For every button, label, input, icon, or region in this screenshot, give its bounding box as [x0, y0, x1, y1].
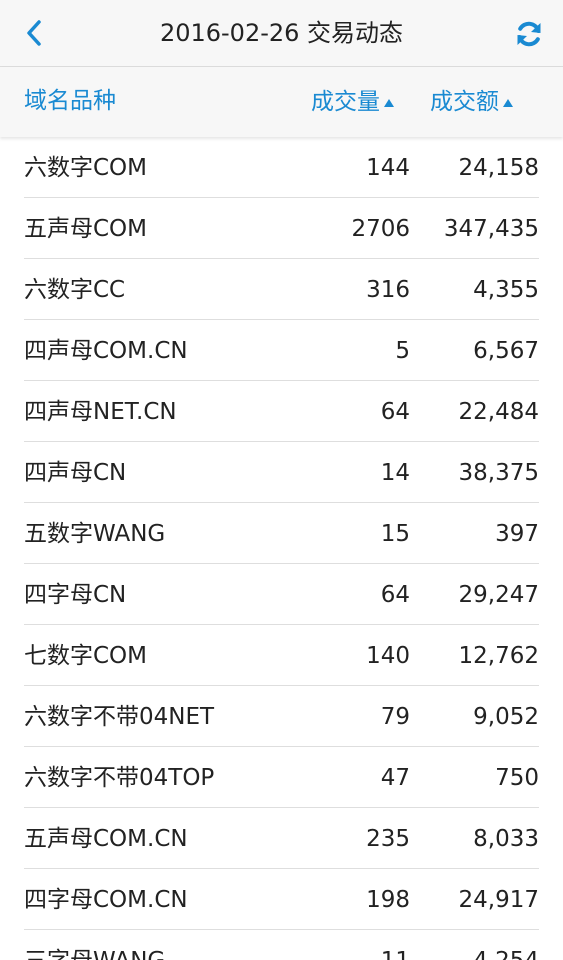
item-amount: 24,158	[458, 155, 539, 181]
item-volume: 47	[380, 765, 410, 791]
refresh-icon	[517, 21, 541, 47]
item-name: 四声母NET.CN	[24, 399, 177, 425]
column-header: 域名品种 成交量 成交额	[0, 67, 563, 137]
item-volume: 144	[366, 155, 410, 181]
item-amount: 12,762	[458, 643, 539, 669]
title-bar: 2016-02-26 交易动态	[0, 0, 563, 67]
item-name: 四字母CN	[24, 582, 127, 608]
list-item[interactable]: 六数字COM 144 24,158	[24, 137, 539, 198]
item-amount: 397	[495, 521, 539, 547]
app-screen: 2016-02-26 交易动态 域名品种 成交量 成交额 六数字COM 144 …	[0, 0, 563, 960]
list-item[interactable]: 三字母WANG 11 4,254	[24, 930, 539, 960]
item-amount: 8,033	[473, 826, 539, 852]
item-name: 六数字不带04TOP	[24, 765, 215, 791]
item-amount: 38,375	[458, 460, 539, 486]
item-amount: 750	[495, 765, 539, 791]
item-name: 四字母COM.CN	[24, 887, 188, 913]
item-volume: 14	[380, 460, 410, 486]
list-item[interactable]: 五数字WANG 15 397	[24, 503, 539, 564]
item-volume: 79	[380, 704, 410, 730]
item-name: 四声母CN	[24, 460, 127, 486]
item-name: 六数字CC	[24, 277, 126, 303]
trade-list: 六数字COM 144 24,158 五声母COM 2706 347,435 六数…	[24, 137, 539, 960]
list-item[interactable]: 七数字COM 140 12,762	[24, 625, 539, 686]
column-volume-sort[interactable]: 成交量	[311, 67, 394, 137]
item-name: 四声母COM.CN	[24, 338, 188, 364]
item-name: 六数字COM	[24, 155, 148, 181]
list-item[interactable]: 五声母COM 2706 347,435	[24, 198, 539, 259]
item-amount: 9,052	[473, 704, 539, 730]
item-name: 五声母COM	[24, 216, 148, 242]
page-title: 2016-02-26 交易动态	[159, 19, 404, 47]
item-volume: 15	[380, 521, 410, 547]
item-name: 五数字WANG	[24, 521, 166, 547]
sort-arrow-icon	[384, 99, 394, 107]
item-volume: 64	[380, 582, 410, 608]
item-amount: 347,435	[443, 216, 539, 242]
item-name: 三字母WANG	[24, 930, 165, 960]
item-volume: 235	[366, 826, 410, 852]
list-item[interactable]: 四字母COM.CN 198 24,917	[24, 869, 539, 930]
list-item[interactable]: 六数字CC 316 4,355	[24, 259, 539, 320]
item-amount: 4,355	[473, 277, 539, 303]
list-item[interactable]: 六数字不带04TOP 47 750	[24, 747, 539, 808]
item-amount: 24,917	[458, 887, 539, 913]
list-item[interactable]: 四声母COM.CN 5 6,567	[24, 320, 539, 381]
refresh-button[interactable]	[509, 14, 549, 54]
column-amount-sort[interactable]: 成交额	[430, 67, 513, 137]
item-volume: 64	[380, 399, 410, 425]
item-volume: 140	[366, 643, 410, 669]
item-amount: 22,484	[458, 399, 539, 425]
item-volume: 5	[395, 338, 410, 364]
list-item[interactable]: 六数字不带04NET 79 9,052	[24, 686, 539, 747]
item-volume: 2706	[351, 216, 410, 242]
chevron-left-icon	[27, 20, 41, 46]
list-item[interactable]: 四声母CN 14 38,375	[24, 442, 539, 503]
column-amount-label: 成交额	[430, 89, 499, 115]
item-volume: 11	[381, 930, 410, 960]
back-button[interactable]	[16, 14, 52, 52]
list-item[interactable]: 五声母COM.CN 235 8,033	[24, 808, 539, 869]
item-name: 六数字不带04NET	[24, 704, 215, 730]
list-item[interactable]: 四声母NET.CN 64 22,484	[24, 381, 539, 442]
item-amount: 6,567	[473, 338, 539, 364]
item-volume: 316	[366, 277, 410, 303]
item-volume: 198	[366, 887, 410, 913]
item-amount: 4,254	[473, 930, 539, 960]
column-name-header: 域名品种	[24, 88, 116, 114]
column-volume-label: 成交量	[311, 89, 380, 115]
item-name: 七数字COM	[24, 643, 148, 669]
item-amount: 29,247	[458, 582, 539, 608]
sort-arrow-icon	[503, 99, 513, 107]
list-item[interactable]: 四字母CN 64 29,247	[24, 564, 539, 625]
item-name: 五声母COM.CN	[24, 826, 188, 852]
